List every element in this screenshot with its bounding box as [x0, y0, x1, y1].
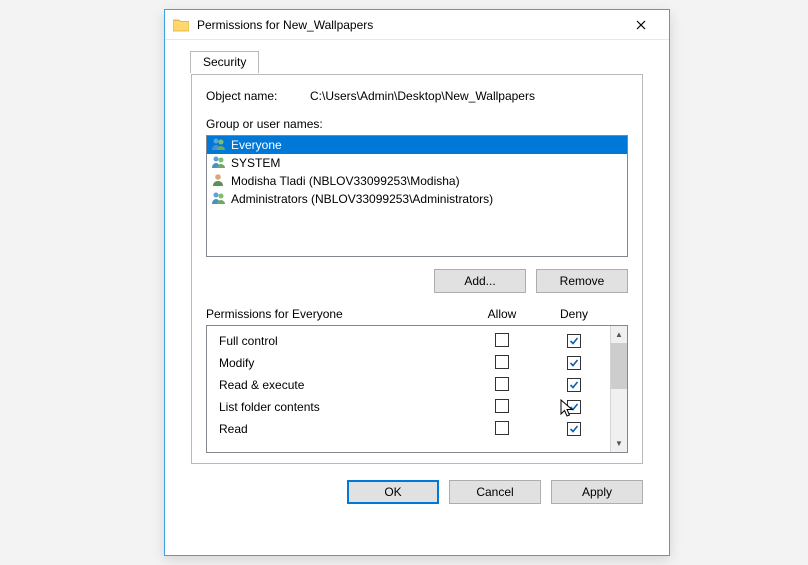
user-row[interactable]: Administrators (NBLOV33099253\Administra…: [207, 190, 627, 208]
permission-label: List folder contents: [219, 400, 466, 414]
permission-row: Modify: [219, 352, 610, 374]
tabstrip: Security: [190, 50, 643, 74]
permissions-dialog: Permissions for New_Wallpapers Security …: [164, 9, 670, 556]
permission-label: Full control: [219, 334, 466, 348]
allow-checkbox[interactable]: [495, 377, 509, 391]
window-title: Permissions for New_Wallpapers: [197, 18, 621, 32]
permissions-header: Permissions for Everyone Allow Deny: [206, 307, 628, 321]
scroll-thumb[interactable]: [611, 343, 627, 389]
deny-column-header: Deny: [538, 307, 610, 321]
close-button[interactable]: [621, 11, 661, 39]
permission-row: Read & execute: [219, 374, 610, 396]
deny-checkbox[interactable]: [567, 400, 581, 414]
permission-row: [219, 440, 610, 452]
user-row-label: Modisha Tladi (NBLOV33099253\Modisha): [231, 174, 460, 188]
permission-row: Read: [219, 418, 610, 440]
user-row-label: Administrators (NBLOV33099253\Administra…: [231, 192, 493, 206]
allow-checkbox[interactable]: [495, 421, 509, 435]
object-name-value: C:\Users\Admin\Desktop\New_Wallpapers: [310, 89, 535, 103]
close-icon: [636, 20, 646, 30]
deny-checkbox[interactable]: [567, 422, 581, 436]
ok-button[interactable]: OK: [347, 480, 439, 504]
group-user-names-label: Group or user names:: [206, 117, 628, 131]
group-user-names-list[interactable]: Everyone SYSTEM Modisha Tladi (NBLOV330992…: [206, 135, 628, 257]
deny-checkbox[interactable]: [567, 356, 581, 370]
permission-row: List folder contents: [219, 396, 610, 418]
security-tabpanel: Object name: C:\Users\Admin\Desktop\New_…: [191, 74, 643, 464]
permissions-list: Full control Modify Read & execute List fol…: [206, 325, 628, 453]
client-area: Security Object name: C:\Users\Admin\Des…: [165, 40, 669, 518]
group-icon: [211, 155, 227, 172]
permission-label: Read: [219, 422, 466, 436]
scroll-down-button[interactable]: ▼: [611, 435, 627, 452]
group-icon: [211, 137, 227, 154]
permission-row: Full control: [219, 330, 610, 352]
user-row[interactable]: SYSTEM: [207, 154, 627, 172]
tab-security[interactable]: Security: [190, 51, 259, 73]
group-icon: [211, 191, 227, 208]
user-row-label: Everyone: [231, 138, 282, 152]
cancel-button[interactable]: Cancel: [449, 480, 541, 504]
user-icon: [211, 173, 227, 190]
titlebar[interactable]: Permissions for New_Wallpapers: [165, 10, 669, 40]
allow-checkbox[interactable]: [495, 399, 509, 413]
folder-icon: [173, 18, 189, 32]
permissions-for-label: Permissions for Everyone: [206, 307, 466, 321]
permissions-scrollbar[interactable]: ▲ ▼: [610, 326, 627, 452]
scroll-up-button[interactable]: ▲: [611, 326, 627, 343]
deny-checkbox[interactable]: [567, 378, 581, 392]
add-button[interactable]: Add...: [434, 269, 526, 293]
allow-checkbox[interactable]: [495, 333, 509, 347]
user-row[interactable]: Modisha Tladi (NBLOV33099253\Modisha): [207, 172, 627, 190]
userlist-buttons: Add... Remove: [206, 269, 628, 293]
remove-button[interactable]: Remove: [536, 269, 628, 293]
permission-label: Read & execute: [219, 378, 466, 392]
apply-button[interactable]: Apply: [551, 480, 643, 504]
user-row[interactable]: Everyone: [207, 136, 627, 154]
object-name-row: Object name: C:\Users\Admin\Desktop\New_…: [206, 89, 628, 103]
allow-column-header: Allow: [466, 307, 538, 321]
deny-checkbox[interactable]: [567, 334, 581, 348]
object-name-label: Object name:: [206, 89, 310, 103]
user-row-label: SYSTEM: [231, 156, 280, 170]
allow-checkbox[interactable]: [495, 355, 509, 369]
dialog-footer: OK Cancel Apply: [191, 480, 643, 504]
permission-label: Modify: [219, 356, 466, 370]
